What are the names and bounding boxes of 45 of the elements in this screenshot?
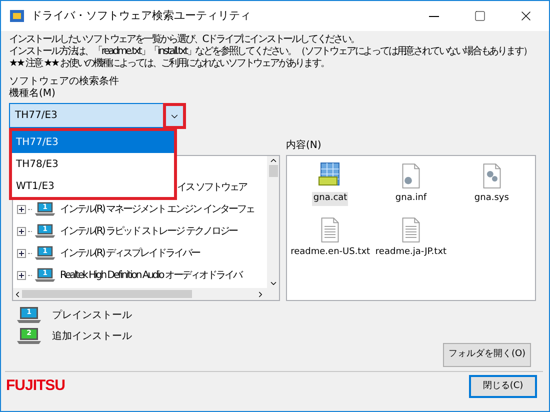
- vertical-scrollbar[interactable]: [267, 156, 279, 288]
- file-name: gna.inf: [394, 192, 428, 205]
- file-item[interactable]: gna.inf: [370, 162, 452, 206]
- file-name: gna.cat: [312, 192, 348, 206]
- open-folder-button[interactable]: フォルダを開く(O): [443, 343, 531, 367]
- file-item[interactable]: readme.en-US.txt: [290, 216, 371, 259]
- text-file-icon: [319, 216, 342, 244]
- file-item[interactable]: gna.cat: [290, 162, 371, 206]
- scroll-left-icon[interactable]: [13, 290, 22, 298]
- model-dropdown[interactable]: TH77/E3: [9, 103, 186, 128]
- dropdown-option[interactable]: TH77/E3: [12, 131, 174, 153]
- file-item[interactable]: readme.ja-JP.txt: [370, 216, 452, 259]
- scroll-right-icon[interactable]: [256, 290, 265, 298]
- tree-item[interactable]: イス ソフトウェア: [177, 180, 247, 194]
- scroll-thumb[interactable]: [268, 165, 278, 177]
- maximize-icon: [474, 10, 486, 22]
- text-file-icon: [400, 216, 422, 244]
- tree-item[interactable]: インテル(R) ラピッド ストレージ テクノロジー: [60, 226, 237, 236]
- scroll-up-icon[interactable]: [268, 156, 278, 165]
- instruction-text: ★★ 注意 ★★ お使いの機種によっては、ご利用になれないソフトウェアがあります。: [9, 58, 330, 70]
- instruction-text: インストール方法は、「readme.txt」「install.txt」などを参照してください。（ソフトウェアによっては用意されていない場合もあります）: [9, 46, 532, 58]
- window-title: ドライバ・ソフトウェア検索ユーティリティ: [31, 8, 251, 24]
- app-icon: [9, 8, 25, 24]
- tree-item[interactable]: Realtek High Definition Audio オーディオドライバ: [60, 270, 242, 280]
- brand-logo: FUJITSU: [6, 376, 66, 396]
- scroll-thumb[interactable]: [22, 290, 192, 298]
- legend-label: プレインストール: [52, 308, 132, 322]
- close-button[interactable]: 閉じる(C): [469, 375, 537, 398]
- file-name: readme.ja-JP.txt: [374, 246, 448, 258]
- scroll-down-icon[interactable]: [268, 279, 278, 288]
- contents-label: 内容(N): [286, 140, 322, 153]
- expand-icon[interactable]: [17, 248, 26, 258]
- file-name: readme.en-US.txt: [290, 246, 372, 258]
- tree-item[interactable]: インテル(R) ディスプレイドライバー: [60, 248, 200, 258]
- instruction-text: インストールしたいソフトウェアを一覧から選び、Cドライブにインストールしてください。: [9, 34, 360, 46]
- file-item[interactable]: gna.sys: [451, 162, 532, 206]
- tree-item[interactable]: インテル(R) マネージメント エンジン インターフェ: [60, 204, 254, 214]
- legend-label: 追加インストール: [52, 330, 132, 344]
- model-label: 機種名(M): [9, 88, 56, 100]
- expand-icon[interactable]: [17, 226, 26, 236]
- search-heading: ソフトウェアの検索条件: [9, 76, 120, 88]
- file-name: gna.sys: [473, 192, 510, 205]
- expand-icon[interactable]: [17, 204, 26, 214]
- expand-icon[interactable]: [17, 270, 26, 280]
- horizontal-scrollbar[interactable]: [13, 288, 279, 300]
